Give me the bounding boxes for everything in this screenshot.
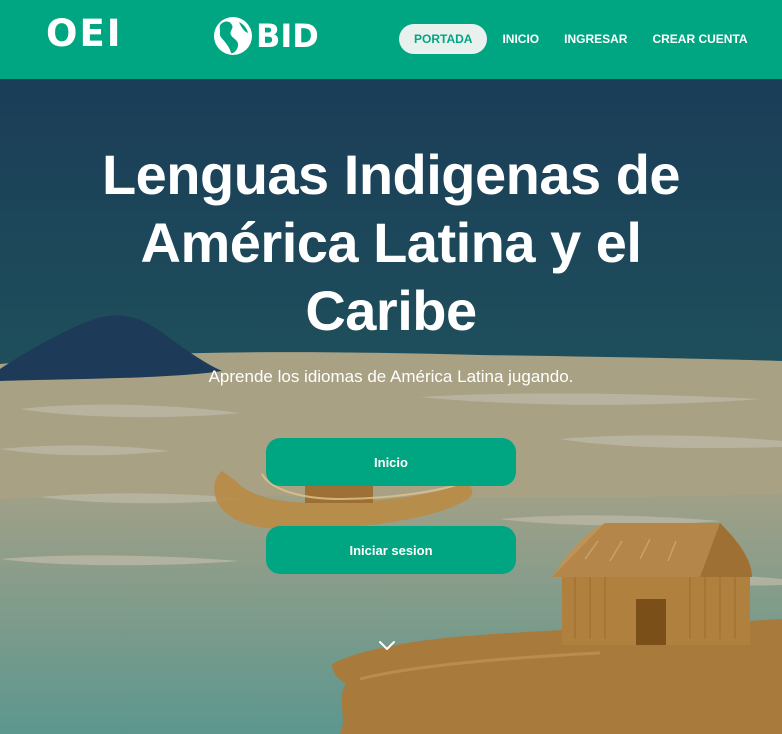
bid-logo-text: BID — [256, 17, 319, 55]
nav-ingresar[interactable]: INGRESAR — [564, 24, 627, 54]
page-title: Lenguas Indigenas de América Latina y el… — [0, 141, 782, 345]
login-button[interactable]: Iniciar sesion — [266, 526, 516, 574]
title-line: Caribe — [305, 279, 477, 342]
top-header: OEI BID PORTADA INICIO INGRESAR CREAR CU… — [0, 0, 782, 79]
title-line: Lenguas Indigenas de — [101, 143, 681, 206]
bid-logo[interactable]: BID — [212, 14, 319, 58]
nav-inicio[interactable]: INICIO — [502, 24, 539, 54]
title-line: América Latina y el — [140, 211, 642, 274]
hero-subtitle: Aprende los idiomas de América Latina ju… — [208, 367, 574, 386]
main-nav: PORTADA INICIO INGRESAR CREAR CUENTA — [399, 24, 748, 54]
oei-logo[interactable]: OEI — [46, 14, 123, 54]
chevron-down-icon[interactable] — [378, 640, 396, 652]
nav-crear-cuenta[interactable]: CREAR CUENTA — [652, 24, 747, 54]
inicio-button[interactable]: Inicio — [266, 438, 516, 486]
globe-icon — [214, 17, 252, 55]
nav-portada[interactable]: PORTADA — [399, 24, 488, 54]
hero-section: Lenguas Indigenas de América Latina y el… — [0, 79, 782, 734]
